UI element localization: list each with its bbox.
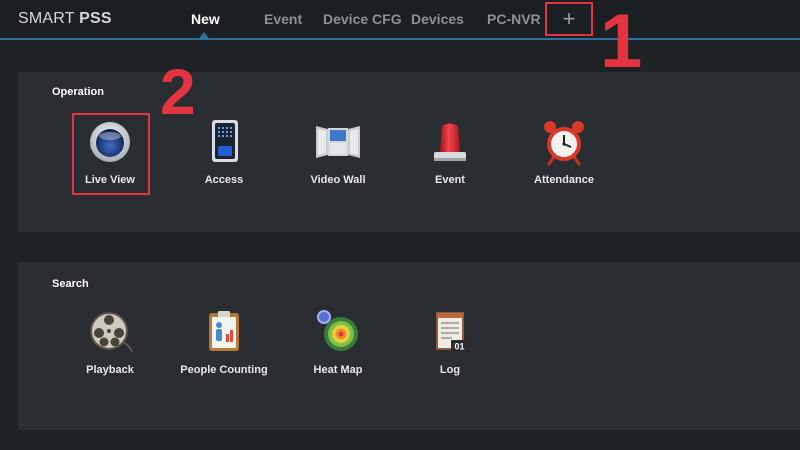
alarm-clock-icon: [540, 118, 588, 166]
tile-label: Playback: [86, 364, 134, 376]
tile-access[interactable]: Access: [164, 118, 284, 186]
video-wall-icon: [314, 118, 362, 166]
film-reel-icon: [86, 308, 134, 356]
brand-bold-text: PSS: [79, 10, 112, 27]
tile-label: Video Wall: [310, 174, 366, 186]
top-bar: SMART PSS New Event Device CFG Devices P…: [0, 0, 800, 40]
alarm-light-icon: [426, 118, 474, 166]
tile-label: Log: [439, 364, 461, 376]
tile-event[interactable]: Event: [390, 118, 510, 186]
tile-heat-map[interactable]: Heat Map: [278, 308, 398, 376]
tab-devices[interactable]: Devices: [411, 11, 464, 27]
tile-label: Access: [204, 174, 244, 186]
tile-label: Attendance: [534, 174, 594, 186]
brand-light-text: SMART: [18, 10, 80, 27]
tile-label: People Counting: [180, 364, 268, 376]
tab-new[interactable]: New: [191, 11, 220, 27]
tile-video-wall[interactable]: Video Wall: [278, 118, 398, 186]
app-brand: SMART PSS: [18, 10, 112, 28]
tile-attendance[interactable]: Attendance: [504, 118, 624, 186]
tile-label: Event: [435, 174, 465, 186]
live-view-highlight: [72, 113, 150, 195]
tab-device-cfg[interactable]: Device CFG: [323, 11, 402, 27]
tile-people-counting[interactable]: People Counting: [164, 308, 284, 376]
log-icon: 01: [426, 308, 474, 356]
active-tab-indicator: [199, 32, 209, 38]
tab-event[interactable]: Event: [264, 11, 302, 27]
step-2-annotation: 2: [160, 56, 196, 128]
step-1-annotation: 1: [600, 0, 643, 84]
section-title: Operation: [52, 86, 104, 98]
heat-map-icon: [314, 308, 362, 356]
access-icon: [200, 118, 248, 166]
tab-pc-nvr[interactable]: PC-NVR: [487, 11, 541, 27]
search-section: Search Playback People Counting Heat Map…: [18, 262, 800, 430]
svg-text:01: 01: [454, 342, 464, 352]
section-title: Search: [52, 278, 89, 290]
tile-log[interactable]: 01 Log: [390, 308, 510, 376]
add-tab-button[interactable]: +: [545, 2, 593, 36]
tile-label: Heat Map: [313, 364, 363, 376]
tile-playback[interactable]: Playback: [50, 308, 170, 376]
people-counting-icon: [200, 308, 248, 356]
